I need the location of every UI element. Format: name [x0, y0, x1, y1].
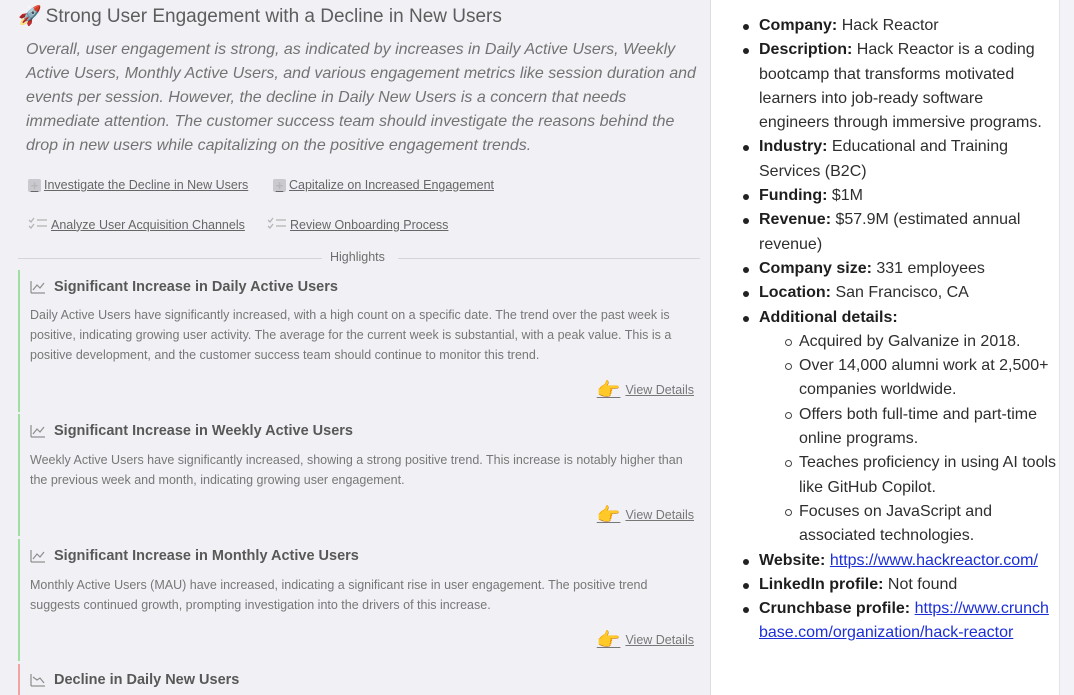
highlight-title: Decline in Daily New Users: [30, 672, 239, 688]
action-label: Investigate the Decline in New Users: [44, 178, 249, 192]
additional-detail: Acquired by Galvanize in 2018.: [785, 330, 1057, 354]
view-details-link[interactable]: 👉 View Details: [597, 503, 694, 527]
action-label: Capitalize on Increased Engagement: [289, 178, 494, 192]
view-details-label: View Details: [625, 508, 694, 522]
field-label: LinkedIn profile:: [759, 575, 884, 593]
revenue-item: Revenue: $57.9M (estimated annual revenu…: [739, 208, 1057, 257]
field-label: Company:: [759, 17, 838, 34]
trend-chart-icon: [30, 281, 45, 294]
action-review-onboarding[interactable]: Review Onboarding Process: [267, 217, 448, 232]
company-size-item: Company size: 331 employees: [739, 257, 1057, 281]
field-label: Crunchbase profile:: [759, 600, 911, 618]
additional-details-item: Additional details: Acquired by Galvaniz…: [739, 306, 1057, 549]
separator-line: [18, 258, 322, 259]
view-details-label: View Details: [625, 633, 694, 647]
field-label: Revenue:: [759, 211, 832, 229]
action-label: Analyze User Acquisition Channels: [51, 217, 245, 232]
field-label: Additional details:: [759, 308, 898, 326]
additional-detail: Over 14,000 alumni work at 2,500+ compan…: [785, 354, 1057, 403]
view-details-link[interactable]: 👉 View Details: [597, 378, 694, 402]
industry-item: Industry: Educational and Training Servi…: [739, 135, 1057, 184]
company-size: 331 employees: [876, 259, 985, 277]
pointing-hand-icon: 👉: [596, 505, 621, 526]
highlight-title-text: Decline in Daily New Users: [54, 672, 240, 688]
view-details-label: View Details: [625, 383, 694, 397]
insight-panel: 🚀 Strong User Engagement with a Decline i…: [0, 0, 710, 695]
insight-title-text: Strong User Engagement with a Decline in…: [45, 6, 502, 27]
highlight-title-text: Significant Increase in Monthly Active U…: [54, 548, 359, 564]
additional-detail: Offers both full-time and part-time onli…: [785, 403, 1057, 452]
view-details-link[interactable]: 👉 View Details: [597, 628, 694, 652]
action-capitalize-engagement[interactable]: + Capitalize on Increased Engagement: [273, 178, 494, 192]
linkedin-value: Not found: [887, 575, 958, 593]
highlight-card: Decline in Daily New Users: [18, 664, 702, 695]
field-label: Location:: [759, 284, 831, 302]
company-funding: $1M: [831, 187, 863, 205]
trend-chart-icon: [30, 674, 45, 687]
description-item: Description: Hack Reactor is a coding bo…: [739, 38, 1057, 135]
checklist-icon: [28, 217, 48, 232]
plus-square-icon: +: [273, 178, 286, 192]
highlight-card: Significant Increase in Monthly Active U…: [18, 539, 702, 661]
funding-item: Funding: $1M: [739, 184, 1057, 208]
highlight-body: Monthly Active Users (MAU) have increase…: [30, 578, 648, 612]
checklist-icon: [267, 217, 287, 232]
pointing-hand-icon: 👉: [596, 630, 621, 651]
additional-detail: Focuses on JavaScript and associated tec…: [785, 500, 1057, 549]
field-label: Description:: [759, 41, 853, 59]
linkedin-item: LinkedIn profile: Not found: [739, 573, 1057, 597]
company-info-panel: Company: Hack Reactor Description: Hack …: [711, 0, 1059, 695]
field-label: Website:: [759, 551, 826, 569]
highlight-title-text: Significant Increase in Daily Active Use…: [54, 279, 338, 295]
highlights-label: Highlights: [330, 250, 385, 264]
pointing-hand-icon: 👉: [596, 380, 621, 401]
highlight-card: Significant Increase in Weekly Active Us…: [18, 414, 702, 536]
field-label: Company size:: [759, 259, 872, 277]
rocket-icon: 🚀: [18, 6, 42, 27]
additional-detail: Teaches proficiency in using AI tools li…: [785, 451, 1057, 500]
company-name-item: Company: Hack Reactor: [739, 14, 1057, 38]
field-label: Funding:: [759, 187, 828, 205]
insight-title: 🚀 Strong User Engagement with a Decline i…: [18, 4, 502, 28]
action-investigate-decline[interactable]: + Investigate the Decline in New Users: [28, 178, 248, 192]
additional-details-list: Acquired by Galvanize in 2018. Over 14,0…: [759, 330, 1057, 549]
website-link[interactable]: https://www.hackreactor.com/: [830, 552, 1038, 569]
action-analyze-acquisition[interactable]: Analyze User Acquisition Channels: [28, 217, 245, 232]
separator-line: [398, 258, 700, 259]
highlight-card: Significant Increase in Daily Active Use…: [18, 270, 702, 412]
trend-chart-icon: [30, 550, 45, 563]
action-label: Review Onboarding Process: [290, 217, 449, 232]
company-location: San Francisco, CA: [835, 284, 969, 302]
plus-square-icon: +: [28, 178, 41, 192]
website-item: Website: https://www.hackreactor.com/: [739, 549, 1057, 573]
field-label: Industry:: [759, 138, 828, 156]
company-info-list: Company: Hack Reactor Description: Hack …: [739, 14, 1057, 646]
highlight-title: Significant Increase in Daily Active Use…: [30, 279, 338, 295]
trend-chart-icon: [30, 425, 45, 438]
crunchbase-item: Crunchbase profile: https://www.crunchba…: [739, 597, 1057, 646]
highlight-title: Significant Increase in Weekly Active Us…: [30, 423, 353, 439]
location-item: Location: San Francisco, CA: [739, 281, 1057, 305]
scrollbar-track[interactable]: [1059, 0, 1074, 695]
highlight-body: Daily Active Users have significantly in…: [30, 308, 672, 362]
highlights-separator: Highlights: [18, 250, 700, 266]
company-name: Hack Reactor: [841, 17, 939, 34]
highlight-title: Significant Increase in Monthly Active U…: [30, 548, 359, 564]
highlight-body: Weekly Active Users have significantly i…: [30, 453, 683, 487]
company-info: Company: Hack Reactor Description: Hack …: [739, 14, 1057, 646]
highlight-title-text: Significant Increase in Weekly Active Us…: [54, 423, 353, 439]
insight-summary: Overall, user engagement is strong, as i…: [26, 41, 696, 154]
